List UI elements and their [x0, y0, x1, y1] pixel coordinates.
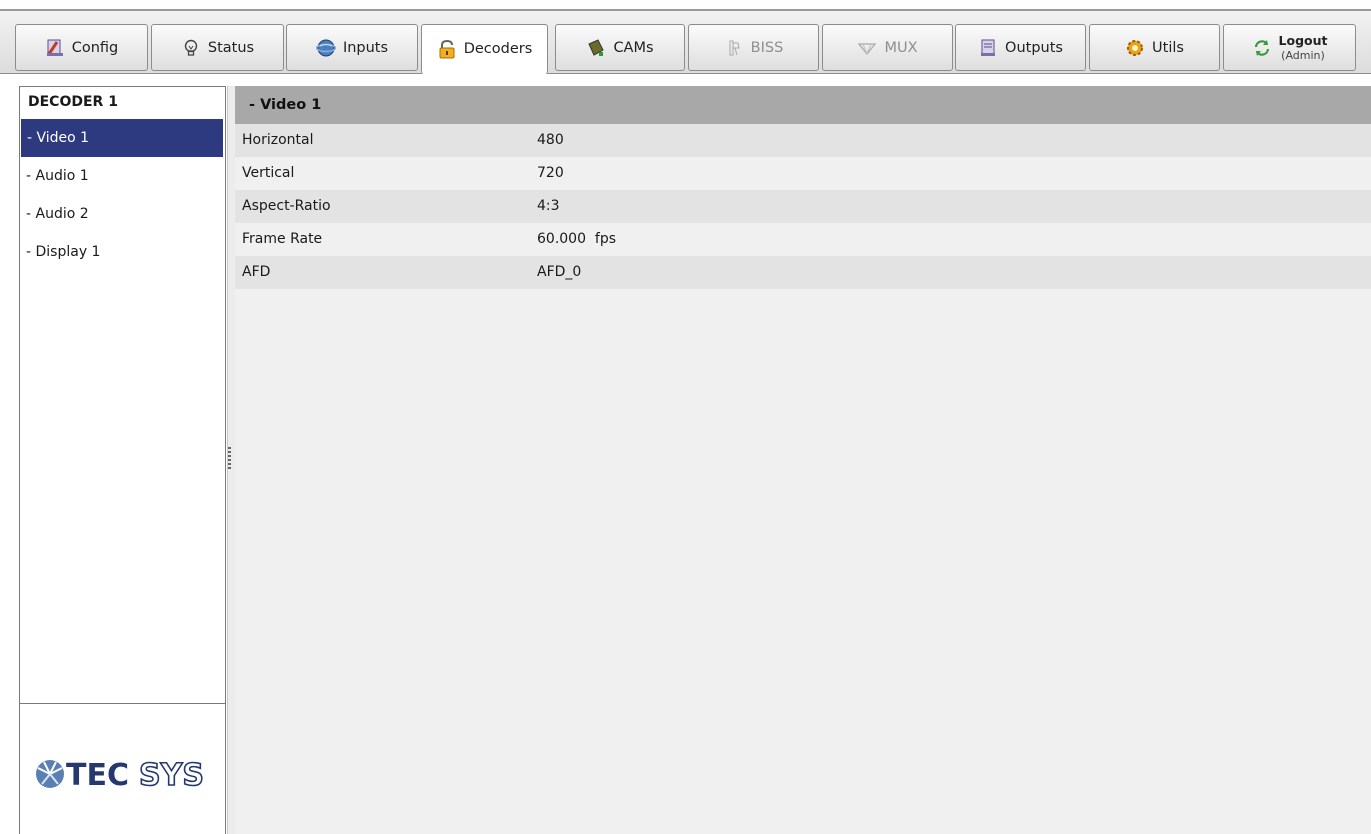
table-row: Horizontal 480 [235, 124, 1371, 157]
property-value: 60.000 fps [537, 231, 616, 247]
tab-utils[interactable]: Utils [1089, 24, 1220, 71]
gear-icon [1125, 38, 1145, 58]
tab-label-cams: CAMs [613, 39, 654, 56]
tab-config[interactable]: Config [15, 24, 148, 71]
config-icon [45, 38, 65, 58]
tab-decoders[interactable]: Decoders [421, 24, 548, 74]
property-name: Vertical [242, 165, 295, 181]
property-name: AFD [242, 264, 271, 280]
lock-icon [437, 39, 457, 59]
splitter-grip[interactable] [228, 447, 231, 471]
tecsys-logo: TEC SYS [36, 757, 205, 794]
sidebar-item-audio-2[interactable]: - Audio 2 [20, 195, 225, 233]
tab-label-inputs: Inputs [342, 39, 389, 56]
tab-label-biss: BISS [750, 39, 784, 56]
logout-label: Logout [1278, 32, 1328, 48]
svg-text:SYS: SYS [139, 758, 204, 793]
cam-card-icon [586, 38, 606, 58]
sidebar-item-display-1[interactable]: - Display 1 [20, 233, 225, 271]
table-row: Frame Rate 60.000 fps [235, 223, 1371, 256]
tab-label-mux: MUX [884, 39, 918, 56]
table-row: Aspect-Ratio 4:3 [235, 190, 1371, 223]
section-title: - Video 1 [235, 86, 1371, 124]
logout-text: Logout (Admin) [1279, 33, 1328, 63]
logo-area: TEC SYS [19, 704, 226, 834]
tab-biss[interactable]: BISS [688, 24, 819, 71]
sidebar-header: DECODER 1 [28, 94, 118, 110]
property-value: AFD_0 [537, 264, 582, 280]
tab-label-status: Status [207, 39, 255, 56]
mux-icon [857, 38, 877, 58]
main-toolbar: Config Status Inputs Decoders CAMs BISS [0, 11, 1371, 74]
tab-label-outputs: Outputs [1005, 39, 1063, 56]
details-panel: - Video 1 Horizontal 480 Vertical 720 As… [235, 86, 1371, 834]
tab-cams[interactable]: CAMs [555, 24, 685, 71]
table-row: AFD AFD_0 [235, 256, 1371, 289]
sidebar-item-video-1[interactable]: - Video 1 [21, 119, 223, 157]
tab-label-decoders: Decoders [463, 41, 533, 57]
table-row: Vertical 720 [235, 157, 1371, 190]
tab-label-config: Config [71, 39, 119, 56]
tab-outputs[interactable]: Outputs [955, 24, 1086, 71]
tab-status[interactable]: Status [151, 24, 284, 71]
property-name: Aspect-Ratio [242, 198, 331, 214]
globe-icon [315, 38, 337, 58]
biss-icon [724, 38, 744, 58]
property-value: 720 [537, 165, 564, 181]
tab-mux[interactable]: MUX [822, 24, 953, 71]
logout-button[interactable]: Logout (Admin) [1223, 24, 1356, 71]
property-name: Horizontal [242, 132, 314, 148]
logout-user: (Admin) [1281, 48, 1325, 62]
svg-text:TEC: TEC [66, 758, 129, 793]
refresh-icon [1252, 38, 1272, 58]
property-value: 4:3 [537, 198, 560, 214]
bulb-icon [181, 38, 201, 58]
tab-label-utils: Utils [1152, 39, 1184, 56]
outputs-icon [978, 38, 998, 58]
decoder-sidebar: DECODER 1 - Video 1 - Audio 1 - Audio 2 … [19, 86, 226, 704]
property-value: 480 [537, 132, 564, 148]
sidebar-item-audio-1[interactable]: - Audio 1 [20, 157, 225, 195]
tab-inputs[interactable]: Inputs [286, 24, 418, 71]
property-name: Frame Rate [242, 231, 323, 247]
